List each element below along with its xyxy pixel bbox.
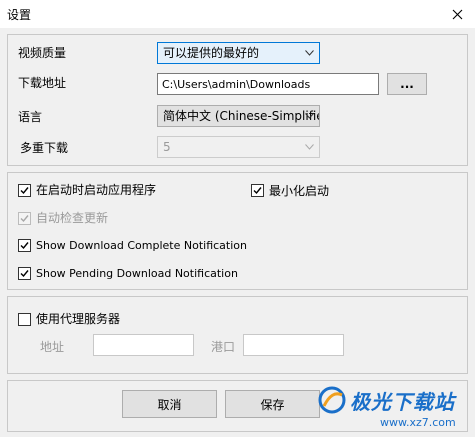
multi-download-label: 多重下载 — [20, 141, 69, 155]
close-button[interactable] — [440, 0, 475, 28]
language-label: 语言 — [18, 110, 43, 124]
download-path-value: C:\Users\admin\Downloads — [162, 78, 311, 91]
close-icon — [452, 9, 463, 19]
launch-on-startup-label: 在启动时启动应用程序 — [36, 183, 157, 197]
cancel-button[interactable]: 取消 — [122, 390, 217, 418]
chevron-down-icon — [305, 113, 314, 119]
chevron-down-icon — [305, 144, 314, 150]
save-button-label: 保存 — [260, 397, 285, 412]
start-minimized-label: 最小化启动 — [269, 184, 330, 198]
download-path-label: 下载地址 — [18, 76, 67, 90]
checkmark-icon — [20, 187, 29, 195]
language-select[interactable]: 简体中文 (Chinese-Simplified) — [157, 105, 320, 127]
proxy-port-label: 港口 — [211, 340, 236, 354]
watermark-url: www.xz7.com — [380, 416, 456, 429]
proxy-port-input[interactable] — [243, 334, 344, 356]
chevron-down-icon — [305, 50, 314, 56]
watermark-brand: 极光下载站 — [350, 390, 455, 414]
launch-on-startup-checkbox[interactable] — [18, 184, 31, 197]
proxy-address-label: 地址 — [40, 340, 65, 354]
checkmark-icon — [20, 215, 29, 223]
checkmark-icon — [253, 187, 262, 195]
video-quality-label: 视频质量 — [18, 46, 67, 60]
auto-check-update-label: 自动检查更新 — [36, 211, 109, 225]
aurora-logo-icon — [318, 386, 346, 414]
browse-button-label: ... — [400, 77, 414, 91]
window-title: 设置 — [7, 8, 32, 22]
use-proxy-label: 使用代理服务器 — [36, 312, 121, 326]
download-path-input[interactable]: C:\Users\admin\Downloads — [157, 73, 379, 95]
show-complete-notification-label: Show Download Complete Notification — [36, 239, 247, 252]
proxy-group — [7, 296, 468, 374]
checkmark-icon — [20, 270, 29, 278]
title-bar — [0, 0, 475, 28]
use-proxy-checkbox[interactable] — [18, 313, 31, 326]
multi-download-value: 5 — [163, 140, 171, 154]
save-button[interactable]: 保存 — [225, 390, 320, 418]
show-complete-notification-checkbox[interactable] — [18, 239, 31, 252]
show-pending-notification-label: Show Pending Download Notification — [36, 267, 238, 280]
video-quality-select[interactable]: 可以提供的最好的 — [157, 42, 320, 64]
multi-download-select[interactable]: 5 — [157, 136, 320, 158]
proxy-address-input[interactable] — [93, 334, 194, 356]
video-quality-value: 可以提供的最好的 — [163, 46, 260, 60]
browse-button[interactable]: ... — [387, 73, 427, 95]
auto-check-update-checkbox[interactable] — [18, 212, 31, 225]
cancel-button-label: 取消 — [157, 397, 182, 412]
language-value: 简体中文 (Chinese-Simplified) — [163, 109, 320, 123]
start-minimized-checkbox[interactable] — [251, 184, 264, 197]
watermark: 极光下载站 www.xz7.com — [318, 382, 468, 434]
checkmark-icon — [20, 242, 29, 250]
show-pending-notification-checkbox[interactable] — [18, 267, 31, 280]
